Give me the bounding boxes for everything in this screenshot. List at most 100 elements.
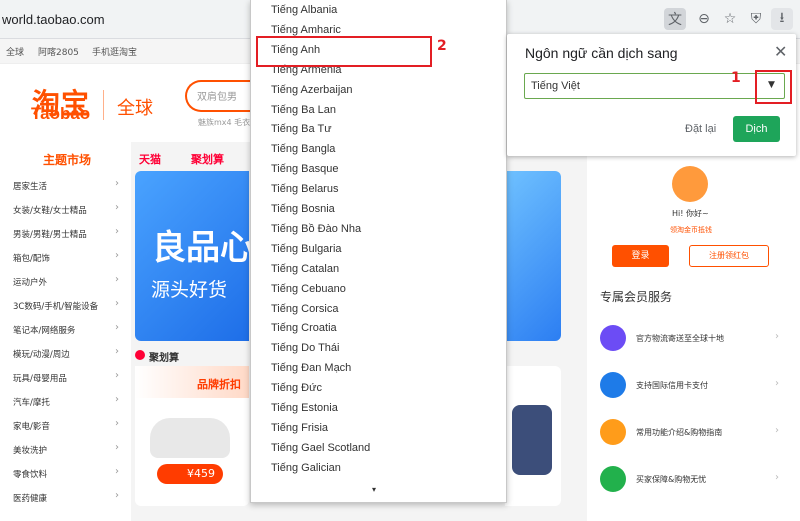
service-item[interactable]: 支持国际信用卡支付 [636,380,708,391]
chevron-right-icon: › [115,490,119,501]
category-item[interactable]: 玩具/母婴用品 [13,372,67,384]
reset-button[interactable]: Đặt lại [685,123,716,135]
chevron-right-icon: › [115,202,119,213]
credit-card-icon [600,372,626,398]
annotation-box-1 [755,70,792,104]
mobile-link[interactable]: 手机逛淘宝 [92,45,137,58]
language-option[interactable]: Tiếng Do Thái [271,342,339,354]
shoe-image[interactable] [150,418,230,458]
category-item[interactable]: 模玩/动漫/周边 [13,348,70,360]
popup-title: Ngôn ngữ cần dịch sang [525,45,678,61]
search-hot-keywords[interactable]: 魅族mx4 毛衣 [198,117,250,128]
category-item[interactable]: 3C数码/手机/智能设备 [13,300,98,312]
logo-divider [103,90,104,120]
language-option[interactable]: Tiếng Ba Tư [271,123,332,135]
compass-icon [600,419,626,445]
chevron-right-icon: › [115,418,119,429]
juhuasuan-icon [135,350,145,360]
language-option[interactable]: Tiếng Albania [271,4,337,16]
language-option[interactable]: Tiếng Estonia [271,402,338,414]
chevron-right-icon: › [775,331,779,342]
chevron-right-icon: › [775,472,779,483]
location-link[interactable]: 阿喀2805 [38,45,79,58]
category-item[interactable]: 汽车/摩托 [13,396,50,408]
chevron-right-icon: › [115,322,119,333]
global-link[interactable]: 全球 [6,45,24,58]
language-option[interactable]: Tiếng Bulgaria [271,243,342,255]
address-bar[interactable]: world.taobao.com [2,12,105,27]
service-item[interactable]: 官方物流寄送至全球十地 [636,333,724,344]
chevron-right-icon: › [115,442,119,453]
language-option[interactable]: Tiếng Corsica [271,303,338,315]
service-item[interactable]: 常用功能介绍&购物指南 [636,427,722,438]
language-option[interactable]: Tiếng Bosnia [271,203,335,215]
tab-tmall[interactable]: 天猫 [139,151,161,167]
banner-right-visible[interactable] [505,171,561,341]
language-option[interactable]: Tiếng Basque [271,163,338,175]
chevron-right-icon: › [115,226,119,237]
language-option[interactable]: Tiếng Catalan [271,263,339,275]
language-option[interactable]: Tiếng Azerbaijan [271,84,353,96]
translate-icon[interactable]: 文 [664,8,686,30]
language-option[interactable]: Tiếng Đức [271,382,322,394]
plane-icon [600,325,626,351]
annotation-label-1: 1 [731,70,741,86]
taobao-logo-en[interactable]: Taobao [31,104,90,124]
annotation-box-2 [256,36,432,67]
register-button[interactable]: 注册领红包 [689,245,769,267]
category-item[interactable]: 笔记本/网络服务 [13,324,75,336]
category-item[interactable]: 零食饮料 [13,468,47,480]
language-option[interactable]: Tiếng Croatia [271,322,337,334]
download-icon[interactable]: ⭳ [771,8,793,30]
zoom-out-icon[interactable]: ⊖ [693,8,715,30]
category-item[interactable]: 医药健康 [13,492,47,504]
promo-card-title: 品牌折扣 [197,378,241,391]
category-item[interactable]: 女装/女鞋/女士精品 [13,204,87,216]
chevron-right-icon: › [115,346,119,357]
logo-global-label: 全球 [117,98,153,119]
chevron-right-icon: › [115,250,119,261]
chevron-right-icon: › [115,394,119,405]
chevron-right-icon: › [775,378,779,389]
search-input[interactable]: 双肩包男 [185,80,257,112]
selected-language: Tiếng Việt [531,80,580,92]
scroll-down-icon[interactable]: ▾ [372,485,376,494]
tab-juhuasuan[interactable]: 聚划算 [191,151,224,167]
category-item[interactable]: 家电/影音 [13,420,50,432]
annotation-label-2: 2 [437,38,447,54]
language-option[interactable]: Tiếng Cebuano [271,283,346,295]
shield-icon[interactable]: ⛨ [745,8,767,30]
language-option[interactable]: Tiếng Gael Scotland [271,442,370,454]
language-option[interactable]: Tiếng Bangla [271,143,335,155]
category-item[interactable]: 居家生活 [13,180,47,192]
translate-button[interactable]: Dịch [733,116,780,142]
category-item[interactable]: 美妆洗护 [13,444,47,456]
chevron-right-icon: › [115,178,119,189]
star-icon[interactable]: ☆ [719,8,741,30]
language-option[interactable]: Tiếng Ba Lan [271,104,336,116]
language-option[interactable]: Tiếng Đan Mạch [271,362,351,374]
language-option[interactable]: Tiếng Belarus [271,183,338,195]
close-icon[interactable]: ✕ [774,42,787,61]
chevron-right-icon: › [115,274,119,285]
language-option[interactable]: Tiếng Bồ Đào Nha [271,223,361,235]
category-item[interactable]: 男装/男鞋/男士精品 [13,228,87,240]
login-button[interactable]: 登录 [612,245,669,267]
search-placeholder: 双肩包男 [197,92,237,103]
services-title: 专属会员服务 [600,290,673,304]
theme-market-title: 主题市场 [43,153,92,167]
category-item[interactable]: 运动户外 [13,276,47,288]
shield-check-icon [600,466,626,492]
chevron-right-icon: › [115,466,119,477]
service-item[interactable]: 买家保障&购物无忧 [636,474,706,485]
language-option[interactable]: Tiếng Frisia [271,422,328,434]
chevron-right-icon: › [775,425,779,436]
banner-subline: 源头好货 [151,279,228,301]
language-option[interactable]: Tiếng Galician [271,462,341,474]
chevron-right-icon: › [115,370,119,381]
language-option[interactable]: Tiếng Amharic [271,24,341,36]
jacket-image[interactable] [512,405,552,475]
category-item[interactable]: 箱包/配饰 [13,252,50,264]
chevron-right-icon: › [115,298,119,309]
member-coin-hint[interactable]: 领淘金币抵钱 [670,225,712,235]
